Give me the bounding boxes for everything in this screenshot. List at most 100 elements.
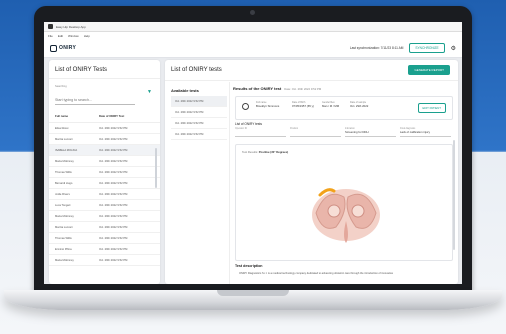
field-value bbox=[290, 130, 341, 134]
table-row[interactable]: Thomas Willis Oct. 29th 2022 9:52 PM bbox=[49, 167, 160, 178]
field-value: Lack of calibration injury bbox=[400, 130, 431, 134]
patient-icon bbox=[242, 103, 249, 110]
row-date: Oct. 29th 2022 9:52 PM bbox=[99, 214, 128, 218]
row-date: Oct. 29th 2022 9:52 PM bbox=[99, 258, 128, 262]
generate-report-button[interactable]: GENERATE REPORT bbox=[408, 65, 450, 75]
row-date: Oct. 29th 2022 9:52 PM bbox=[99, 181, 128, 185]
settings-icon[interactable]: ⚙ bbox=[451, 45, 456, 52]
test-detail-panel: List of ONIRY tests GENERATE REPORT Avai… bbox=[165, 60, 458, 284]
table-row[interactable]: Elisa Rossi Oct. 29th 2022 9:52 PM bbox=[49, 123, 160, 134]
app-icon bbox=[48, 24, 53, 29]
row-full-name: Elisa Rossi bbox=[55, 126, 69, 130]
birth-value: 07/05/1957 (65 y) bbox=[292, 104, 314, 108]
row-date: Oct. 29th 2022 9:52 PM bbox=[99, 225, 128, 229]
field-indication[interactable]: Indication Screening for DDH bbox=[345, 128, 396, 137]
available-test-item[interactable]: Oct. 29th 2022 9:52 PM bbox=[171, 118, 227, 129]
logo-icon bbox=[50, 44, 57, 52]
row-full-name: ISABELA MOLINA bbox=[55, 148, 78, 152]
table-header: Full name Date of ONIRY Test bbox=[49, 110, 160, 123]
search-label: Searching bbox=[55, 85, 67, 88]
scrollbar[interactable] bbox=[453, 140, 455, 250]
hip-illustration bbox=[312, 188, 380, 243]
table-row[interactable]: Maria Mckinney Oct. 29th 2022 9:52 PM bbox=[49, 156, 160, 167]
test-results-box: Test Results: Positive (30° Degrees) bbox=[235, 144, 453, 261]
row-full-name: Luca Tongari bbox=[55, 203, 71, 207]
divider bbox=[165, 80, 458, 81]
table-row[interactable]: Maria Mckinney Oct. 29th 2022 9:52 PM bbox=[49, 211, 160, 222]
available-tests-title: Available tests bbox=[171, 88, 199, 93]
panel-title: List of ONIRY Tests bbox=[49, 60, 160, 79]
table-body: Elisa Rossi Oct. 29th 2022 9:52 PM Marzia … bbox=[49, 123, 160, 266]
laptop-lid: Easy Hip Desktop App File Edit Window He… bbox=[34, 6, 472, 292]
row-full-name: Maria Mckinney bbox=[55, 258, 74, 262]
row-date: Oct. 29th 2022 9:52 PM bbox=[99, 192, 128, 196]
row-date: Oct. 29th 2022 9:52 PM bbox=[99, 159, 128, 163]
window-title: Easy Hip Desktop App bbox=[56, 24, 86, 29]
gender-value: Man / M / MM bbox=[322, 104, 340, 108]
test-description-title: Test description bbox=[235, 264, 263, 268]
test-results-label-text: Test Results: bbox=[242, 150, 259, 154]
logo-text: ONIRY bbox=[59, 45, 77, 51]
row-date: Oct. 29th 2022 9:52 PM bbox=[99, 247, 128, 251]
main-content: List of ONIRY Tests Searching ▼ Full nam… bbox=[44, 56, 462, 284]
menu-file[interactable]: File bbox=[48, 34, 53, 38]
field-final-diagnosis[interactable]: Final diagnosis Lack of calibration inju… bbox=[400, 128, 451, 137]
table-row[interactable]: Marzia Luccari Oct. 29th 2022 9:52 PM bbox=[49, 222, 160, 233]
results-date: Date: Oct. 29th 2022 9:52 PM bbox=[284, 87, 322, 91]
filter-icon[interactable]: ▼ bbox=[147, 89, 152, 95]
test-fields: Operator ID Position Indication Screenin… bbox=[235, 128, 451, 137]
table-row[interactable]: Erminio Pifina Oct. 29th 2022 9:52 PM bbox=[49, 244, 160, 255]
column-full-name[interactable]: Full name bbox=[55, 114, 99, 118]
row-full-name: Bernardi Hugo bbox=[55, 181, 73, 185]
table-row[interactable]: ISABELA MOLINA Oct. 29th 2022 9:52 PM bbox=[49, 145, 160, 156]
available-test-item[interactable]: Oct. 29th 2022 9:52 PM bbox=[171, 96, 227, 107]
field-operator[interactable]: Operator ID bbox=[235, 128, 286, 137]
row-full-name: Marzia Luccari bbox=[55, 137, 73, 141]
patient-birth: Date of Birth 07/05/1957 (65 y) bbox=[292, 101, 314, 108]
menu-edit[interactable]: Edit bbox=[58, 34, 63, 38]
table-row[interactable]: Luca Tongari Oct. 29th 2022 9:52 PM bbox=[49, 200, 160, 211]
row-full-name: Jodie Rivers bbox=[55, 192, 70, 196]
menu-window[interactable]: Window bbox=[68, 34, 79, 38]
row-date: Oct. 29th 2022 9:52 PM bbox=[99, 148, 128, 152]
table-row[interactable]: Maria Mckinney Oct. 29th 2022 9:52 PM bbox=[49, 255, 160, 266]
field-value: Screening for DDH bbox=[345, 130, 369, 134]
name-value: Brooklyn Simmons bbox=[256, 104, 280, 108]
field-position[interactable]: Position bbox=[290, 128, 341, 137]
results-section: Results of the ONIRY test Date: Oct. 29t… bbox=[233, 86, 455, 284]
camera-icon bbox=[250, 10, 255, 15]
row-full-name: Erminio Pifina bbox=[55, 247, 72, 251]
column-date[interactable]: Date of ONIRY Test bbox=[99, 114, 154, 118]
test-description-text: ONIRY Diagnostics S.r.l. is a medical te… bbox=[239, 272, 394, 275]
patient-gender: Gender/Sex Man / M / MM bbox=[322, 101, 339, 108]
row-date: Oct. 29th 2022 9:52 PM bbox=[99, 236, 128, 240]
test-results-label: Test Results: Positive (30° Degrees) bbox=[242, 150, 288, 154]
table-row[interactable]: Bernardi Hugo Oct. 29th 2022 9:52 PM bbox=[49, 178, 160, 189]
laptop-base bbox=[4, 290, 502, 310]
available-test-item[interactable]: Oct. 29th 2022 9:52 PM bbox=[171, 107, 227, 118]
logo: ONIRY bbox=[50, 44, 77, 52]
search-input[interactable] bbox=[55, 97, 135, 105]
menu-bar: File Edit Window Help bbox=[44, 32, 462, 39]
menu-help[interactable]: Help bbox=[84, 34, 90, 38]
detail-title: List of ONIRY tests bbox=[171, 67, 222, 73]
results-title-text: Results of the ONIRY test bbox=[233, 86, 282, 91]
window-titlebar: Easy Hip Desktop App bbox=[44, 22, 462, 32]
table-row[interactable]: Jodie Rivers Oct. 29th 2022 9:52 PM bbox=[49, 189, 160, 200]
row-date: Oct. 29th 2022 9:52 PM bbox=[99, 137, 128, 141]
last-sync-text: Last synchronization: 7/11/23 8:11 AM bbox=[349, 46, 404, 50]
row-full-name: Thomas Willis bbox=[55, 236, 72, 240]
edit-patient-button[interactable]: EDIT PATIENT bbox=[417, 103, 446, 113]
available-test-item[interactable]: Oct. 29th 2022 9:52 PM bbox=[171, 129, 227, 140]
table-row[interactable]: Marzia Luccari Oct. 29th 2022 9:52 PM bbox=[49, 134, 160, 145]
sample-value: Oct. 29th 2022 bbox=[350, 104, 369, 108]
laptop-screen: Easy Hip Desktop App File Edit Window He… bbox=[44, 22, 462, 284]
patient-sample-date: Date of sample Oct. 29th 2022 bbox=[350, 101, 368, 108]
row-date: Oct. 29th 2022 9:52 PM bbox=[99, 170, 128, 174]
vertical-divider bbox=[229, 82, 230, 284]
available-tests-list: Oct. 29th 2022 9:52 PM Oct. 29th 2022 9:5… bbox=[171, 96, 227, 140]
search-box: Searching ▼ bbox=[55, 85, 154, 106]
table-row[interactable]: Thomas Willis Oct. 29th 2022 9:52 PM bbox=[49, 233, 160, 244]
synchronize-button[interactable]: SYNCHRONIZE bbox=[409, 43, 445, 53]
scrollbar[interactable] bbox=[155, 148, 157, 188]
